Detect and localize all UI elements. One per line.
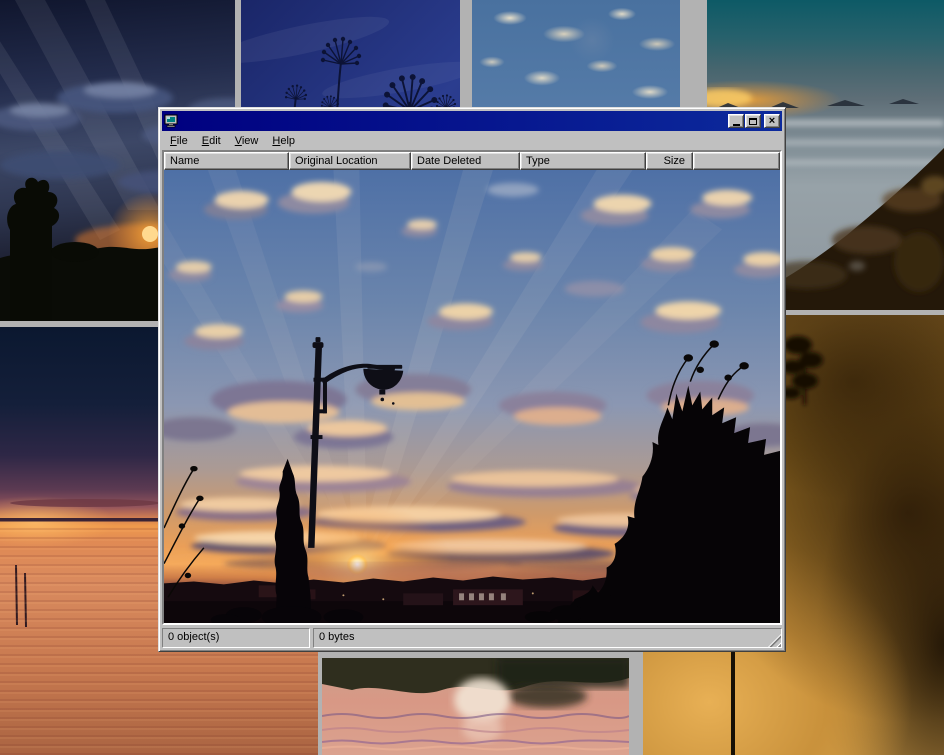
wallpaper-tile-water-reflection xyxy=(322,658,629,755)
list-client-area: Name Original Location Date Deleted Type… xyxy=(162,150,782,625)
column-header-row: Name Original Location Date Deleted Type… xyxy=(164,152,780,170)
pole-silhouette xyxy=(731,652,735,755)
status-object-count: 0 object(s) xyxy=(162,628,310,648)
recycle-bin-window: × File Edit View Help Name Original Loca… xyxy=(158,107,786,652)
status-byte-count: 0 bytes xyxy=(313,628,782,648)
titlebar[interactable]: × xyxy=(162,111,782,131)
maximize-button[interactable] xyxy=(745,114,761,128)
menu-help[interactable]: Help xyxy=(265,133,302,149)
minimize-icon xyxy=(733,124,740,126)
column-header-type[interactable]: Type xyxy=(520,152,646,170)
listview[interactable] xyxy=(164,170,780,623)
water-reflection-photo xyxy=(322,658,629,755)
menu-bar: File Edit View Help xyxy=(162,131,782,150)
menu-edit[interactable]: Edit xyxy=(195,133,228,149)
menu-file[interactable]: File xyxy=(163,133,195,149)
close-button[interactable]: × xyxy=(764,114,780,128)
status-bar: 0 object(s) 0 bytes xyxy=(162,628,782,648)
column-header-filler xyxy=(693,152,780,170)
maximize-icon xyxy=(749,118,757,125)
close-icon: × xyxy=(769,116,775,127)
window-app-icon xyxy=(164,114,178,128)
minimize-button[interactable] xyxy=(728,114,744,128)
menu-view[interactable]: View xyxy=(228,133,266,149)
column-header-date-deleted[interactable]: Date Deleted xyxy=(411,152,520,170)
column-header-size[interactable]: Size xyxy=(646,152,693,170)
column-header-name[interactable]: Name xyxy=(164,152,289,170)
column-header-original-location[interactable]: Original Location xyxy=(289,152,411,170)
sunset-lamp-photo xyxy=(164,170,780,623)
